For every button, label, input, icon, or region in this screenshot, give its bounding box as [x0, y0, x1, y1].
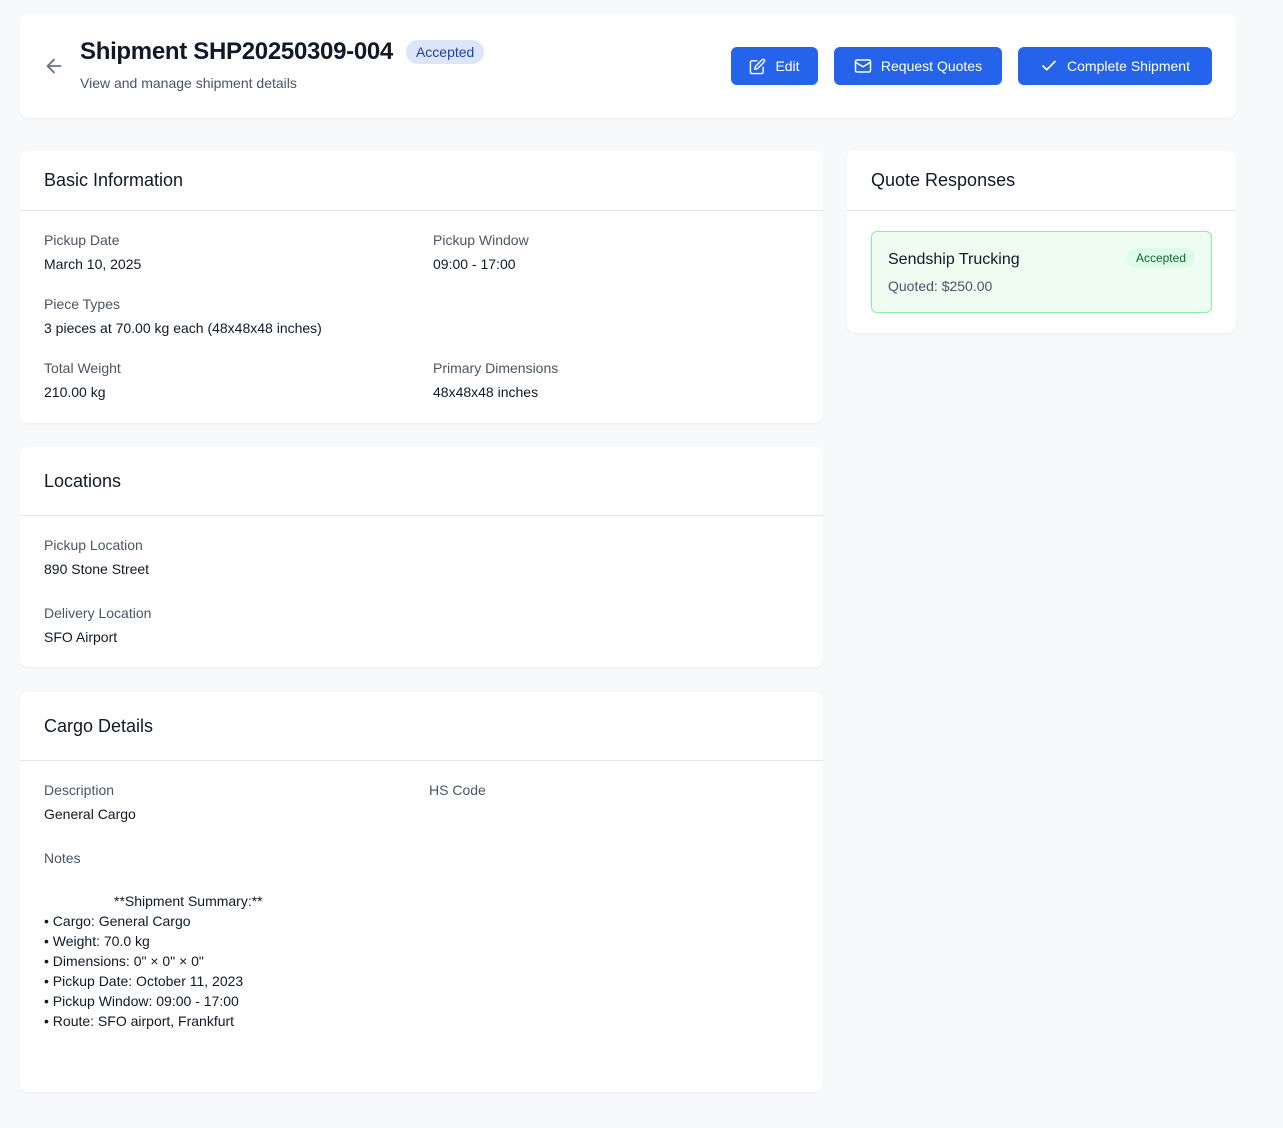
complete-shipment-button[interactable]: Complete Shipment [1018, 47, 1212, 85]
description-label: Description [44, 782, 115, 798]
quote-responses-card: Quote Responses Sendship Trucking Quoted… [847, 151, 1236, 333]
notes-label: Notes [44, 850, 81, 866]
primary-dimensions-label: Primary Dimensions [433, 360, 559, 376]
notes-value: **Shipment Summary:** • Cargo: General C… [44, 893, 263, 1029]
status-badge: Accepted [405, 40, 485, 64]
cargo-details-card: Cargo Details Description General Cargo … [20, 692, 823, 1092]
divider [20, 760, 823, 761]
total-weight-label: Total Weight [44, 360, 121, 376]
divider [20, 515, 823, 516]
piece-types-label: Piece Types [44, 296, 121, 312]
edit-button[interactable]: Edit [731, 47, 818, 85]
title-row: Shipment SHP20250309-004 Accepted [80, 38, 485, 66]
quote-response-item[interactable]: Sendship Trucking Quoted: $250.00 Accept… [871, 231, 1212, 313]
pickup-window-value: 09:00 - 17:00 [433, 256, 516, 272]
section-title: Cargo Details [44, 716, 154, 736]
divider [20, 210, 823, 211]
edit-button-label: Edit [775, 58, 800, 74]
section-title: Locations [44, 471, 122, 491]
divider [847, 210, 1236, 211]
pickup-location-label: Pickup Location [44, 537, 143, 553]
hs-code-label: HS Code [429, 782, 486, 798]
edit-icon [750, 58, 766, 74]
delivery-location-label: Delivery Location [44, 605, 152, 621]
section-title: Quote Responses [871, 170, 1016, 190]
request-quotes-button[interactable]: Request Quotes [834, 47, 1002, 85]
check-icon [1042, 60, 1056, 71]
primary-dimensions-value: 48x48x48 inches [433, 384, 539, 400]
back-button[interactable] [42, 54, 66, 78]
piece-types-value: 3 pieces at 70.00 kg each (48x48x48 inch… [44, 320, 322, 336]
quote-status-badge: Accepted [1126, 248, 1195, 268]
request-quotes-label: Request Quotes [880, 58, 983, 74]
total-weight-value: 210.00 kg [44, 384, 106, 400]
arrow-left-icon [46, 58, 62, 74]
delivery-location-value: SFO Airport [44, 629, 118, 645]
locations-card: Locations Pickup Location 890 Stone Stre… [20, 447, 823, 667]
page-title: Shipment SHP20250309-004 [80, 38, 393, 65]
page-subtitle: View and manage shipment details [80, 75, 297, 91]
pickup-date-label: Pickup Date [44, 232, 120, 248]
basic-information-card: Basic Information Pickup Date March 10, … [20, 151, 823, 423]
pickup-date-value: March 10, 2025 [44, 256, 142, 272]
pickup-location-value: 890 Stone Street [44, 561, 150, 577]
pickup-window-label: Pickup Window [433, 232, 529, 248]
quoted-price: Quoted: $250.00 [888, 278, 993, 294]
section-title: Basic Information [44, 170, 184, 190]
mail-icon [854, 59, 872, 73]
description-value: General Cargo [44, 806, 136, 822]
complete-shipment-label: Complete Shipment [1067, 58, 1190, 74]
carrier-name: Sendship Trucking [888, 251, 1020, 268]
